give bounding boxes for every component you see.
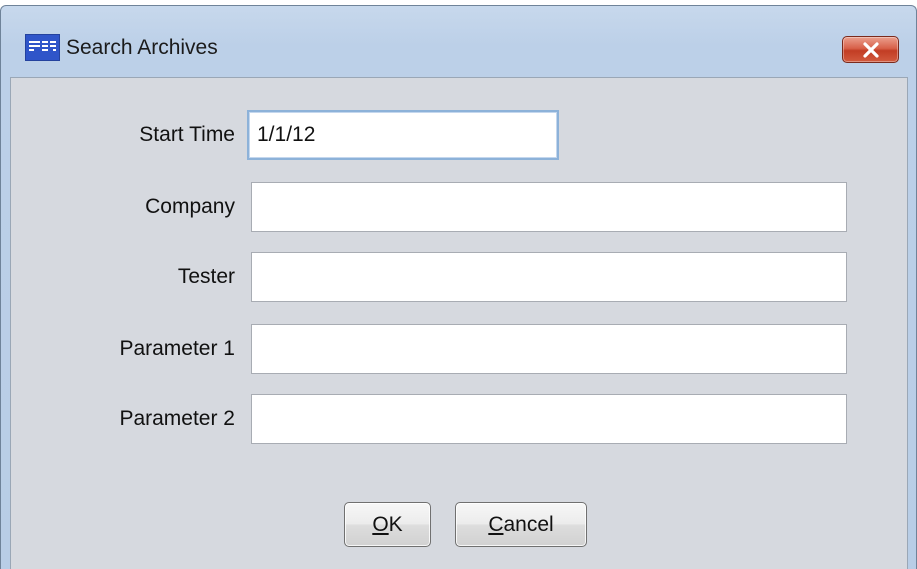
search-archives-dialog: Search Archives Start Time Company Teste… <box>0 5 917 569</box>
close-icon <box>863 42 879 58</box>
form-row-parameter-1: Parameter 1 <box>11 324 907 374</box>
company-input[interactable] <box>251 182 847 232</box>
app-logo-icon <box>25 34 60 61</box>
ok-label-rest: K <box>388 513 403 536</box>
form-row-parameter-2: Parameter 2 <box>11 394 907 444</box>
cancel-mnemonic: C <box>488 513 504 536</box>
form-row-start-time: Start Time <box>11 110 907 160</box>
window-title: Search Archives <box>66 36 218 59</box>
ok-mnemonic: O <box>372 513 389 536</box>
parameter-1-input[interactable] <box>251 324 847 374</box>
tester-label: Tester <box>177 265 235 288</box>
parameter-2-label: Parameter 2 <box>119 407 235 430</box>
dialog-content: Start Time Company Tester Parameter 1 Pa… <box>10 77 908 569</box>
start-time-input[interactable] <box>247 110 559 160</box>
form-row-company: Company <box>11 182 907 232</box>
ok-button[interactable]: OK <box>344 502 431 547</box>
form-row-tester: Tester <box>11 252 907 302</box>
cancel-button[interactable]: Cancel <box>455 502 587 547</box>
parameter-2-input[interactable] <box>251 394 847 444</box>
tester-input[interactable] <box>251 252 847 302</box>
close-button[interactable] <box>842 36 899 63</box>
cancel-label-rest: ancel <box>503 513 554 536</box>
company-label: Company <box>145 195 235 218</box>
parameter-1-label: Parameter 1 <box>119 337 235 360</box>
start-time-label: Start Time <box>139 123 235 146</box>
title-bar[interactable]: Search Archives <box>1 6 916 82</box>
